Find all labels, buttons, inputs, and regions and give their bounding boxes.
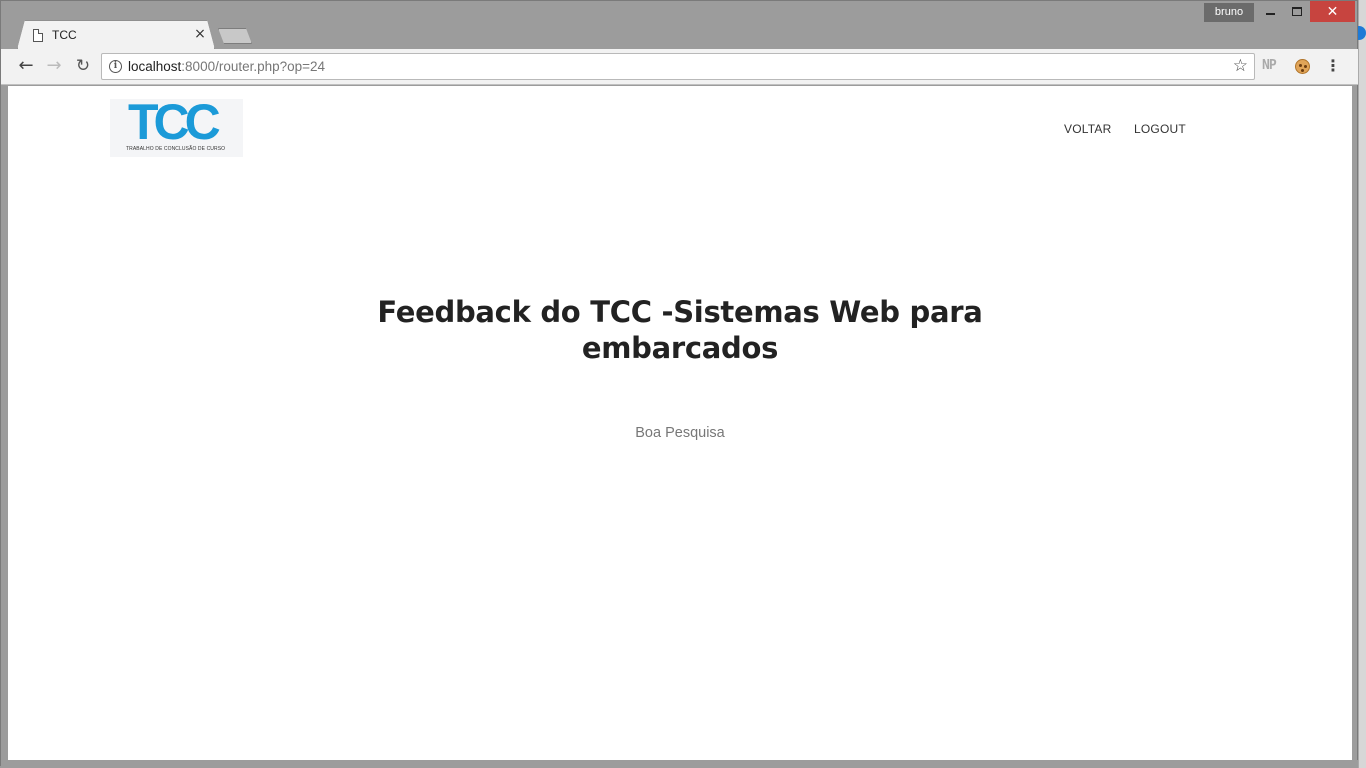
info-icon[interactable]: i: [109, 60, 122, 73]
url-text[interactable]: localhost:8000/router.php?op=24: [128, 59, 325, 74]
page-title: Feedback do TCC -Sistemas Web para embar…: [377, 295, 983, 365]
desktop-edge: [1358, 0, 1366, 768]
minimize-button[interactable]: [1257, 1, 1283, 22]
page-subtitle: Boa Pesquisa: [635, 425, 725, 441]
forward-button[interactable]: →: [42, 55, 66, 79]
browser-window: TCC × bruno ✕ ← → ↻ i localhost:8000/rou…: [0, 0, 1359, 768]
url-path: :8000/router.php?op=24: [181, 59, 326, 74]
new-tab-button[interactable]: [218, 28, 252, 44]
page-viewport: TCC TRABALHO DE CONCLUSÃO DE CURSO VOLTA…: [8, 86, 1352, 760]
browser-toolbar: ← → ↻ i localhost:8000/router.php?op=24 …: [1, 49, 1359, 85]
window-bottom-border: [1, 760, 1359, 768]
address-bar[interactable]: i localhost:8000/router.php?op=24 ☆: [101, 53, 1255, 80]
tab-title: TCC: [52, 28, 77, 42]
profile-button[interactable]: bruno: [1204, 3, 1254, 22]
menu-icon[interactable]: ⋮: [1325, 57, 1341, 77]
cookie-icon[interactable]: [1295, 59, 1310, 74]
bookmark-star-icon[interactable]: ☆: [1233, 56, 1248, 76]
url-host: localhost: [128, 59, 182, 74]
back-button[interactable]: ←: [14, 55, 38, 79]
tcc-logo[interactable]: TCC TRABALHO DE CONCLUSÃO DE CURSO: [110, 94, 243, 157]
reload-button[interactable]: ↻: [71, 55, 95, 79]
logo-text: TCC: [128, 94, 221, 150]
maximize-button[interactable]: [1284, 1, 1310, 22]
tab-close-icon[interactable]: ×: [192, 26, 208, 42]
logo-subtitle: TRABALHO DE CONCLUSÃO DE CURSO: [126, 146, 226, 152]
np-extension-icon[interactable]: NP: [1262, 58, 1277, 73]
close-window-button[interactable]: ✕: [1310, 1, 1355, 22]
logout-link[interactable]: LOGOUT: [1134, 122, 1186, 136]
browser-tab[interactable]: TCC ×: [17, 20, 215, 50]
voltar-link[interactable]: VOLTAR: [1064, 122, 1111, 136]
page-icon: [33, 29, 43, 42]
title-bar: TCC × bruno ✕: [1, 1, 1359, 49]
